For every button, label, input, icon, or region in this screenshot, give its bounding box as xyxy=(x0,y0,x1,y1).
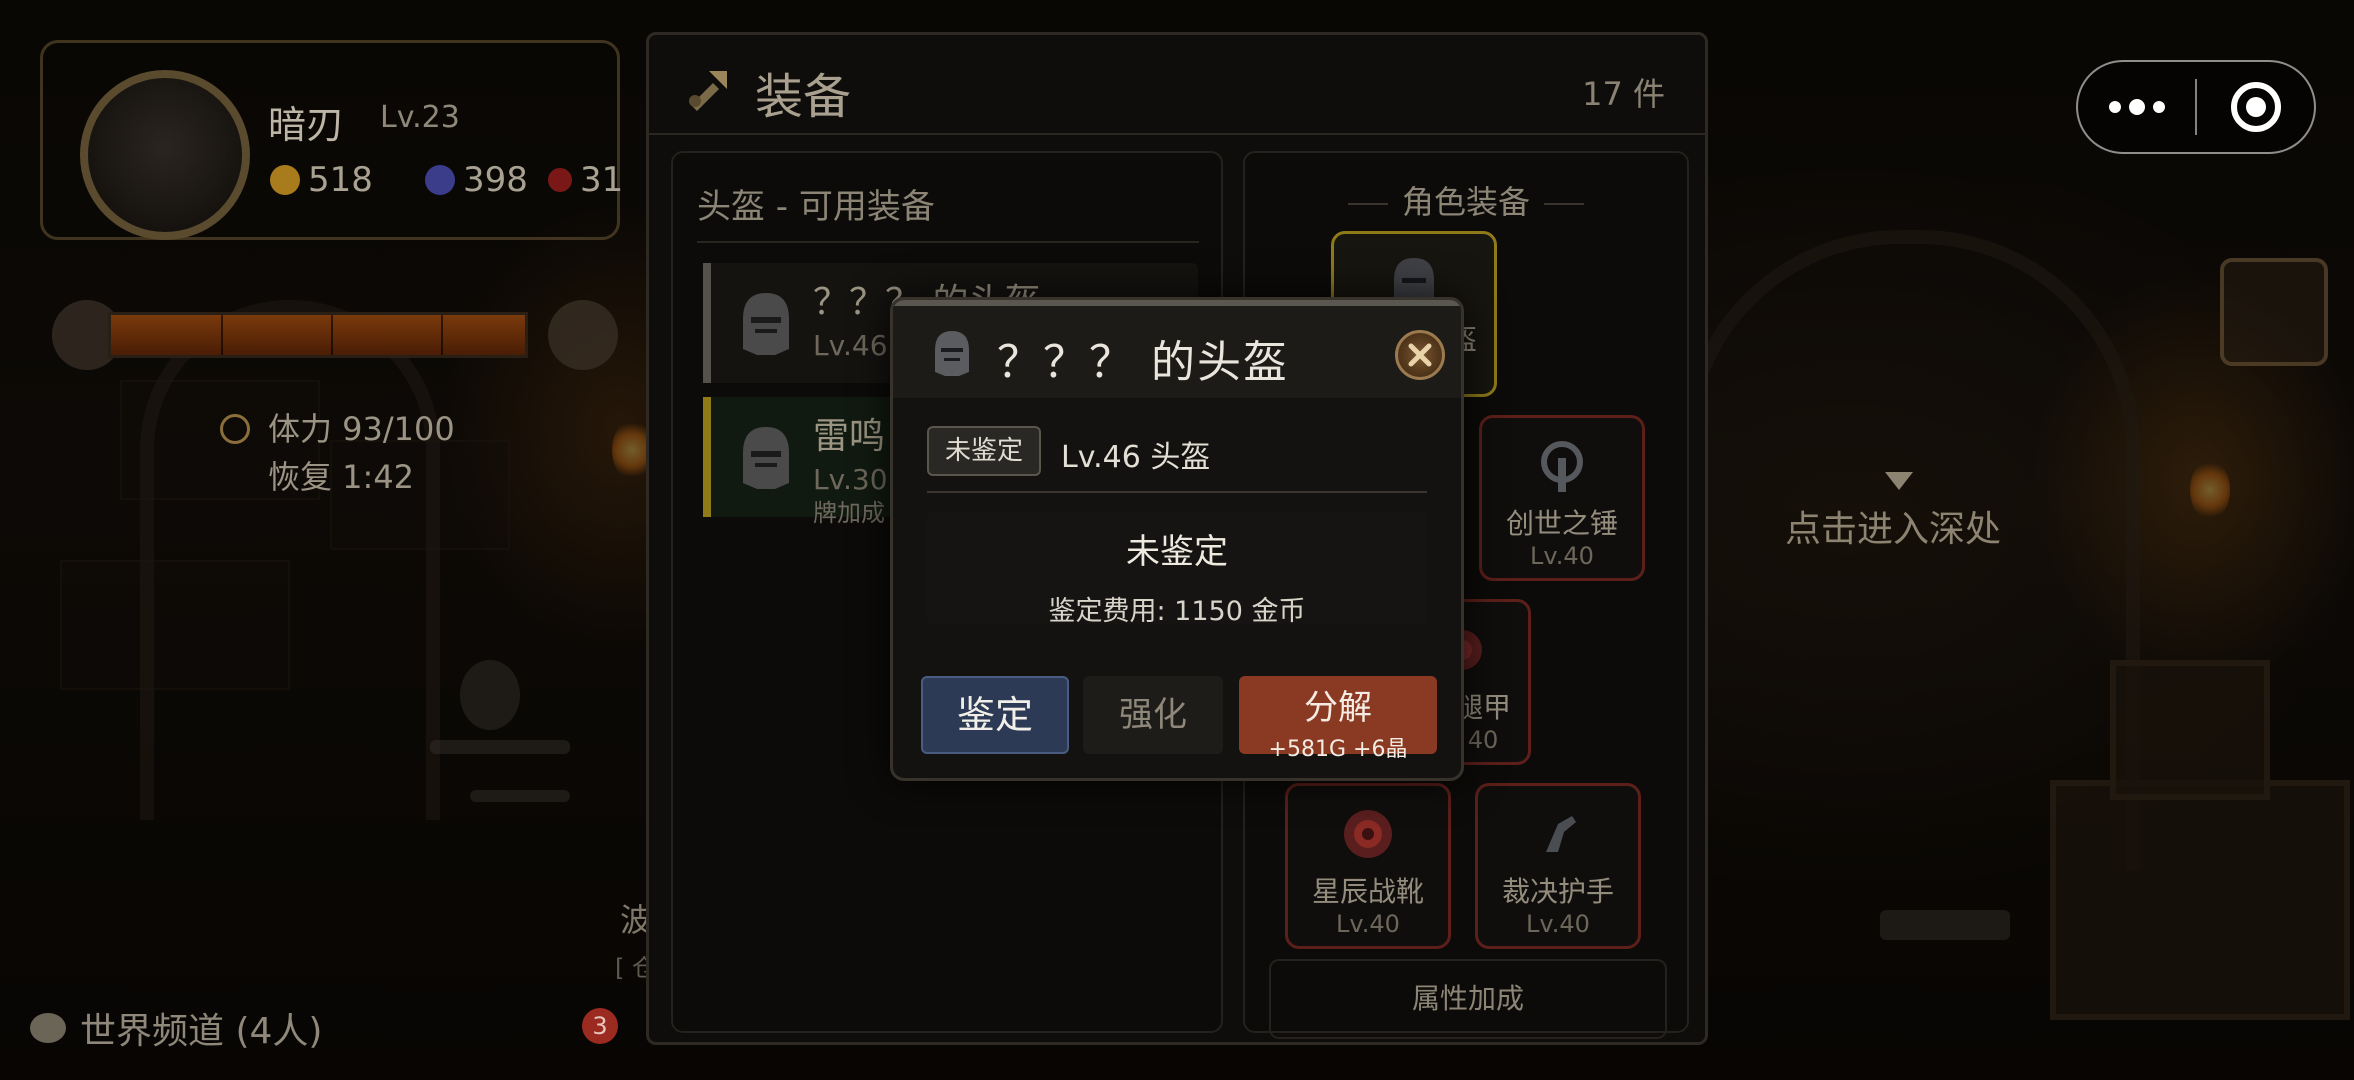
dot-icon xyxy=(2108,101,2121,113)
close-icon xyxy=(1408,343,1432,367)
gold-coin-icon xyxy=(270,165,300,195)
slot-boots[interactable]: 星辰战靴 Lv.40 xyxy=(1285,783,1451,949)
equipment-count: 17 件 xyxy=(1582,75,1665,113)
slot-weapon[interactable]: 创世之锤 Lv.40 xyxy=(1479,415,1645,581)
character-equipment-title: 角色装备 xyxy=(1245,177,1687,223)
divider xyxy=(697,241,1199,243)
modal-title: ？？？ 的头盔 xyxy=(997,337,1289,388)
chat-channel-label: 世界频道 (4人) xyxy=(80,1011,323,1052)
gem-counter: 398 xyxy=(425,160,528,200)
avatar[interactable] xyxy=(80,70,250,240)
rarity-bar xyxy=(703,263,711,383)
target-circle-icon xyxy=(2230,82,2281,132)
enter-deeper-prompt[interactable]: 点击进入深处 xyxy=(1785,500,2001,552)
equipment-header: 装备 17 件 xyxy=(649,35,1705,135)
rarity-bar xyxy=(703,397,711,517)
slot-level: Lv.40 xyxy=(1336,910,1400,938)
hp-bar-segment xyxy=(331,315,333,355)
dot-icon xyxy=(2128,99,2145,115)
stamina-text: 体力 93/100 xyxy=(268,410,455,448)
item-level: Lv.30 xyxy=(813,463,888,496)
stamina-recover: 恢复 1:42 xyxy=(268,458,415,496)
close-button[interactable] xyxy=(1395,330,1445,380)
slot-gloves[interactable]: 裁决护手 Lv.40 xyxy=(1475,783,1641,949)
slot-level: Lv.40 xyxy=(1526,910,1590,938)
gold-value: 518 xyxy=(308,160,373,200)
gold-counter: 518 xyxy=(270,160,373,200)
salvage-reward: +581G +6晶 xyxy=(1268,737,1408,762)
attribute-bonus-title: 属性加成 xyxy=(1411,982,1524,1015)
slot-name: 创世之锤 xyxy=(1505,507,1618,540)
sword-icon xyxy=(689,71,727,111)
slot-level: Lv.40 xyxy=(1530,542,1594,570)
status-badge: 未鉴定 xyxy=(927,426,1042,476)
slot-name: 裁决护手 xyxy=(1501,875,1614,908)
item-name: 雷鸣 xyxy=(813,416,886,457)
boots-icon xyxy=(1344,810,1392,858)
miniprogram-capsule xyxy=(2076,60,2316,154)
player-hud: 暗刃 Lv.23 518 398 31 xyxy=(40,40,630,260)
identify-status: 未鉴定 xyxy=(1126,532,1228,572)
hp-bar-segment xyxy=(441,315,443,355)
item-detail-modal: ？？？ 的头盔 未鉴定 Lv.46 头盔 未鉴定 鉴定费用: 1150 金币 鉴… xyxy=(890,297,1464,781)
stamina-icon xyxy=(220,414,250,444)
dot-icon xyxy=(2152,101,2165,113)
divider xyxy=(927,491,1427,493)
hammer-icon xyxy=(1541,441,1583,492)
identify-cost: 鉴定费用: 1150 金币 xyxy=(1048,596,1306,627)
more-menu-button[interactable] xyxy=(2078,99,2195,115)
world-chat[interactable]: 世界频道 (4人) xyxy=(30,1002,322,1054)
gem-value: 398 xyxy=(463,160,528,200)
player-level: Lv.23 xyxy=(380,100,460,135)
ruby-icon xyxy=(548,168,572,192)
gauntlet-icon xyxy=(1546,816,1576,852)
chat-bubble-icon xyxy=(30,1013,66,1043)
list-title: 头盔 - 可用装备 xyxy=(697,187,935,227)
item-extra: 牌加成 xyxy=(813,499,885,527)
down-arrow-icon xyxy=(1885,472,1913,490)
hp-bar-segment xyxy=(221,315,223,355)
item-level: Lv.46 xyxy=(813,329,888,362)
ruby-value: 31 xyxy=(580,160,624,200)
stamina-info: 体力 93/100 恢复 1:42 xyxy=(268,405,455,501)
helmet-icon xyxy=(743,427,789,489)
attribute-bonus-box: 属性加成 xyxy=(1269,959,1667,1039)
salvage-button[interactable]: 分解 +581G +6晶 xyxy=(1239,676,1437,762)
hp-bar xyxy=(108,312,528,358)
map-button[interactable] xyxy=(2220,258,2328,366)
helmet-icon xyxy=(743,293,789,355)
gem-icon xyxy=(425,165,455,195)
helmet-icon xyxy=(935,331,969,376)
item-meta: Lv.46 头盔 xyxy=(1061,440,1211,475)
identify-info: 未鉴定 鉴定费用: 1150 金币 xyxy=(927,512,1427,627)
salvage-label: 分解 xyxy=(1304,688,1372,728)
chat-unread-badge: 3 xyxy=(582,1008,618,1044)
ruby-counter: 31 xyxy=(548,160,623,200)
hp-bar-cap-right xyxy=(548,300,618,370)
modal-header: ？？？ 的头盔 xyxy=(893,306,1461,398)
exit-miniprogram-button[interactable] xyxy=(2197,82,2314,132)
equipment-title: 装备 xyxy=(755,69,852,125)
player-name: 暗刃 xyxy=(268,103,345,147)
slot-name: 星辰战靴 xyxy=(1311,875,1424,908)
identify-button[interactable]: 鉴定 xyxy=(921,676,1069,754)
enhance-button[interactable]: 强化 xyxy=(1083,676,1223,754)
